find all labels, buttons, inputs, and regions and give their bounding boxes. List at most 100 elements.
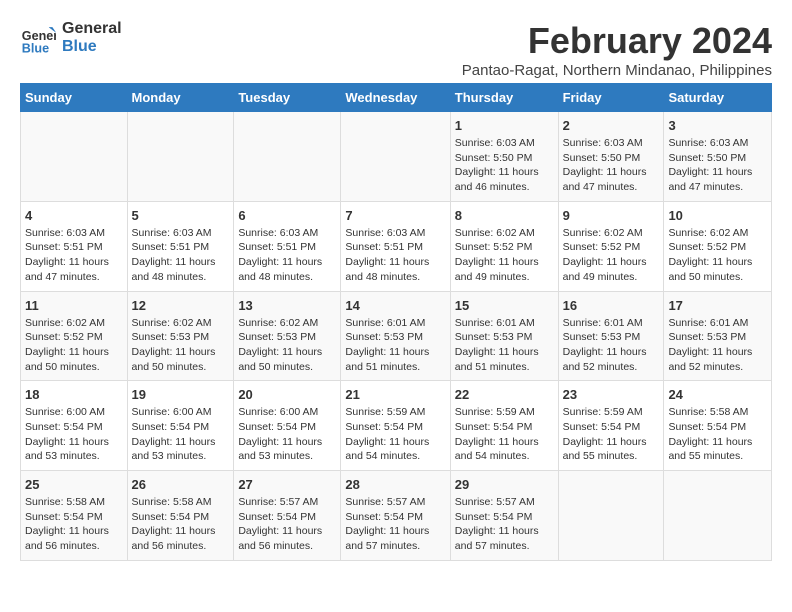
calendar-week-row: 25 Sunrise: 5:58 AM Sunset: 5:54 PM Dayli… xyxy=(21,471,772,561)
calendar-cell: 26 Sunrise: 5:58 AM Sunset: 5:54 PM Dayli… xyxy=(127,471,234,561)
calendar-cell: 21 Sunrise: 5:59 AM Sunset: 5:54 PM Dayli… xyxy=(341,381,450,471)
day-number: 8 xyxy=(455,208,554,223)
calendar-cell: 25 Sunrise: 5:58 AM Sunset: 5:54 PM Dayli… xyxy=(21,471,128,561)
day-info: Sunrise: 5:59 AM Sunset: 5:54 PM Dayligh… xyxy=(455,405,554,464)
calendar-cell: 28Sunrise: 5:57 AM Sunset: 5:54 PM Dayli… xyxy=(341,471,450,561)
logo-line2: Blue xyxy=(62,38,122,56)
calendar-cell: 7 Sunrise: 6:03 AM Sunset: 5:51 PM Daylig… xyxy=(341,201,450,291)
calendar-cell: 29 Sunrise: 5:57 AM Sunset: 5:54 PM Dayli… xyxy=(450,471,558,561)
logo-line1: General xyxy=(62,20,122,38)
day-info: Sunrise: 6:03 AM Sunset: 5:51 PM Dayligh… xyxy=(132,226,230,285)
day-number: 29 xyxy=(455,477,554,492)
weekday-header: Sunday xyxy=(21,84,128,112)
day-info: Sunrise: 6:02 AM Sunset: 5:53 PM Dayligh… xyxy=(238,316,336,375)
title-block: February 2024 Pantao-Ragat, Northern Min… xyxy=(462,20,772,79)
day-info: Sunrise: 6:00 AM Sunset: 5:54 PM Dayligh… xyxy=(238,405,336,464)
calendar-cell xyxy=(127,112,234,202)
day-info: Sunrise: 6:01 AM Sunset: 5:53 PM Dayligh… xyxy=(563,316,660,375)
day-number: 12 xyxy=(132,298,230,313)
day-info: Sunrise: 5:58 AM Sunset: 5:54 PM Dayligh… xyxy=(668,405,767,464)
day-info: Sunrise: 5:58 AM Sunset: 5:54 PM Dayligh… xyxy=(132,495,230,554)
svg-text:Blue: Blue xyxy=(22,41,49,55)
calendar-cell xyxy=(664,471,772,561)
calendar-cell: 23Sunrise: 5:59 AM Sunset: 5:54 PM Dayli… xyxy=(558,381,664,471)
day-info: Sunrise: 6:02 AM Sunset: 5:52 PM Dayligh… xyxy=(563,226,660,285)
day-info: Sunrise: 6:03 AM Sunset: 5:51 PM Dayligh… xyxy=(238,226,336,285)
day-info: Sunrise: 6:01 AM Sunset: 5:53 PM Dayligh… xyxy=(345,316,445,375)
day-info: Sunrise: 6:02 AM Sunset: 5:52 PM Dayligh… xyxy=(25,316,123,375)
day-info: Sunrise: 5:59 AM Sunset: 5:54 PM Dayligh… xyxy=(563,405,660,464)
day-number: 10 xyxy=(668,208,767,223)
day-info: Sunrise: 6:02 AM Sunset: 5:52 PM Dayligh… xyxy=(455,226,554,285)
day-number: 6 xyxy=(238,208,336,223)
calendar-cell: 11Sunrise: 6:02 AM Sunset: 5:52 PM Dayli… xyxy=(21,291,128,381)
day-info: Sunrise: 6:01 AM Sunset: 5:53 PM Dayligh… xyxy=(455,316,554,375)
day-number: 20 xyxy=(238,387,336,402)
calendar-week-row: 4Sunrise: 6:03 AM Sunset: 5:51 PM Daylig… xyxy=(21,201,772,291)
weekday-header: Thursday xyxy=(450,84,558,112)
day-number: 16 xyxy=(563,298,660,313)
calendar-cell xyxy=(21,112,128,202)
day-info: Sunrise: 5:59 AM Sunset: 5:54 PM Dayligh… xyxy=(345,405,445,464)
day-info: Sunrise: 6:03 AM Sunset: 5:50 PM Dayligh… xyxy=(455,136,554,195)
calendar-cell: 1 Sunrise: 6:03 AM Sunset: 5:50 PM Daylig… xyxy=(450,112,558,202)
logo: General Blue General Blue xyxy=(20,20,122,56)
day-number: 21 xyxy=(345,387,445,402)
day-number: 14 xyxy=(345,298,445,313)
day-info: Sunrise: 5:57 AM Sunset: 5:54 PM Dayligh… xyxy=(238,495,336,554)
calendar-week-row: 18Sunrise: 6:00 AM Sunset: 5:54 PM Dayli… xyxy=(21,381,772,471)
calendar-cell: 9 Sunrise: 6:02 AM Sunset: 5:52 PM Daylig… xyxy=(558,201,664,291)
calendar-week-row: 1 Sunrise: 6:03 AM Sunset: 5:50 PM Daylig… xyxy=(21,112,772,202)
day-number: 25 xyxy=(25,477,123,492)
calendar-cell xyxy=(341,112,450,202)
day-number: 26 xyxy=(132,477,230,492)
calendar-cell: 14 Sunrise: 6:01 AM Sunset: 5:53 PM Dayli… xyxy=(341,291,450,381)
calendar-cell: 18Sunrise: 6:00 AM Sunset: 5:54 PM Dayli… xyxy=(21,381,128,471)
day-info: Sunrise: 5:57 AM Sunset: 5:54 PM Dayligh… xyxy=(455,495,554,554)
weekday-header: Friday xyxy=(558,84,664,112)
day-number: 13 xyxy=(238,298,336,313)
day-info: Sunrise: 6:02 AM Sunset: 5:53 PM Dayligh… xyxy=(132,316,230,375)
calendar-table: SundayMondayTuesdayWednesdayThursdayFrid… xyxy=(20,83,772,561)
calendar-cell: 10 Sunrise: 6:02 AM Sunset: 5:52 PM Dayli… xyxy=(664,201,772,291)
day-number: 5 xyxy=(132,208,230,223)
day-number: 1 xyxy=(455,118,554,133)
day-number: 2 xyxy=(563,118,660,133)
calendar-cell: 13 Sunrise: 6:02 AM Sunset: 5:53 PM Dayli… xyxy=(234,291,341,381)
calendar-cell: 8 Sunrise: 6:02 AM Sunset: 5:52 PM Daylig… xyxy=(450,201,558,291)
page-header: General Blue General Blue February 2024 … xyxy=(20,20,772,79)
day-info: Sunrise: 6:02 AM Sunset: 5:52 PM Dayligh… xyxy=(668,226,767,285)
day-number: 19 xyxy=(132,387,230,402)
calendar-cell: 16 Sunrise: 6:01 AM Sunset: 5:53 PM Dayli… xyxy=(558,291,664,381)
calendar-cell: 4Sunrise: 6:03 AM Sunset: 5:51 PM Daylig… xyxy=(21,201,128,291)
day-number: 24 xyxy=(668,387,767,402)
day-info: Sunrise: 6:03 AM Sunset: 5:50 PM Dayligh… xyxy=(668,136,767,195)
day-number: 22 xyxy=(455,387,554,402)
calendar-cell: 17Sunrise: 6:01 AM Sunset: 5:53 PM Dayli… xyxy=(664,291,772,381)
day-number: 7 xyxy=(345,208,445,223)
day-number: 15 xyxy=(455,298,554,313)
logo-icon: General Blue xyxy=(20,20,56,56)
weekday-header: Wednesday xyxy=(341,84,450,112)
day-info: Sunrise: 6:03 AM Sunset: 5:51 PM Dayligh… xyxy=(25,226,123,285)
calendar-cell: 19 Sunrise: 6:00 AM Sunset: 5:54 PM Dayli… xyxy=(127,381,234,471)
day-number: 3 xyxy=(668,118,767,133)
weekday-header: Tuesday xyxy=(234,84,341,112)
calendar-cell: 6 Sunrise: 6:03 AM Sunset: 5:51 PM Daylig… xyxy=(234,201,341,291)
location-subtitle: Pantao-Ragat, Northern Mindanao, Philipp… xyxy=(462,62,772,79)
calendar-cell xyxy=(558,471,664,561)
weekday-header: Saturday xyxy=(664,84,772,112)
calendar-cell: 27Sunrise: 5:57 AM Sunset: 5:54 PM Dayli… xyxy=(234,471,341,561)
day-info: Sunrise: 6:01 AM Sunset: 5:53 PM Dayligh… xyxy=(668,316,767,375)
day-number: 9 xyxy=(563,208,660,223)
weekday-header: Monday xyxy=(127,84,234,112)
day-info: Sunrise: 5:58 AM Sunset: 5:54 PM Dayligh… xyxy=(25,495,123,554)
weekday-header-row: SundayMondayTuesdayWednesdayThursdayFrid… xyxy=(21,84,772,112)
day-info: Sunrise: 6:00 AM Sunset: 5:54 PM Dayligh… xyxy=(132,405,230,464)
calendar-cell: 22 Sunrise: 5:59 AM Sunset: 5:54 PM Dayli… xyxy=(450,381,558,471)
calendar-cell: 15 Sunrise: 6:01 AM Sunset: 5:53 PM Dayli… xyxy=(450,291,558,381)
calendar-cell: 12 Sunrise: 6:02 AM Sunset: 5:53 PM Dayli… xyxy=(127,291,234,381)
day-info: Sunrise: 6:03 AM Sunset: 5:51 PM Dayligh… xyxy=(345,226,445,285)
calendar-cell xyxy=(234,112,341,202)
month-year-title: February 2024 xyxy=(462,20,772,62)
